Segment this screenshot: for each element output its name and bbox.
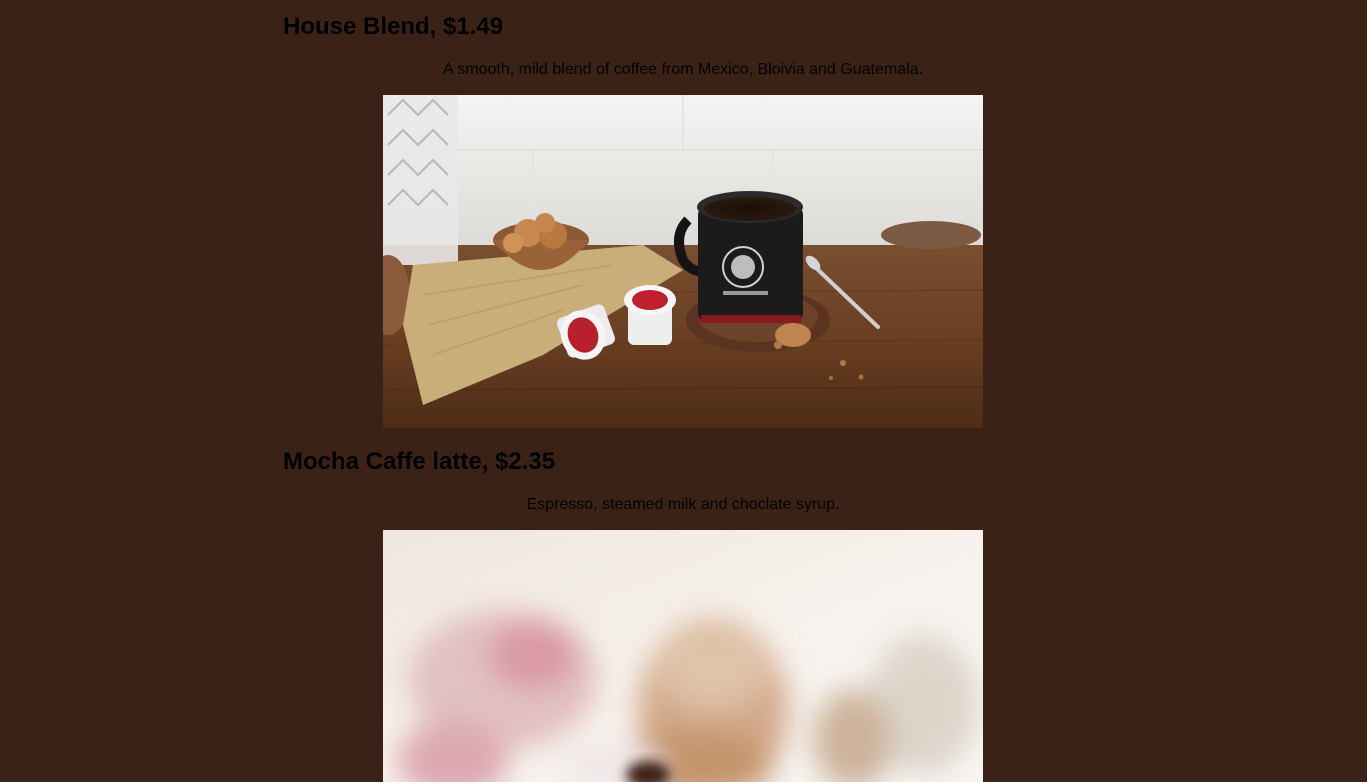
menu-page: House Blend, $1.49 A smooth, mild blend … (0, 0, 1367, 782)
item-title-mocha-caffe-latte: Mocha Caffe latte, $2.35 (283, 448, 556, 475)
house-blend-photo (383, 95, 983, 428)
item-title-house-blend: House Blend, $1.49 (283, 13, 504, 40)
item-description-mocha-caffe-latte: Espresso, steamed milk and choclate syru… (526, 496, 840, 513)
item-description-house-blend: A smooth, mild blend of coffee from Mexi… (443, 61, 923, 78)
mocha-caffe-latte-photo (383, 530, 983, 782)
